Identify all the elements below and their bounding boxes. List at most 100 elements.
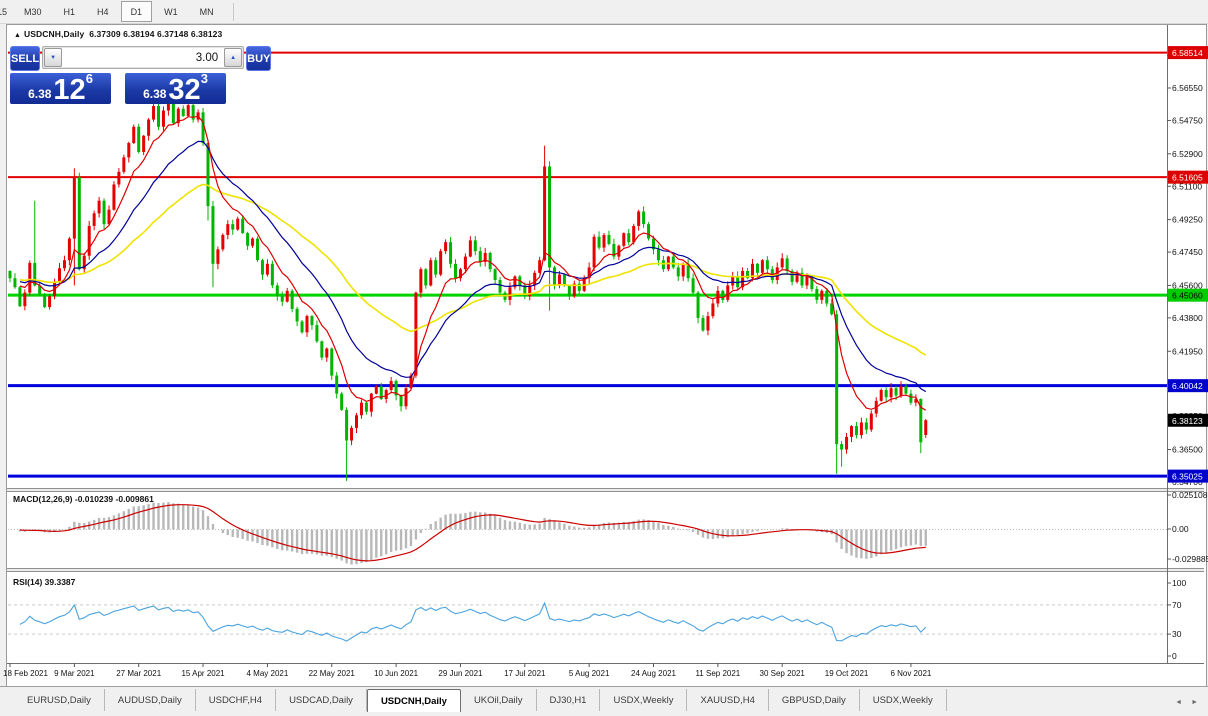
- sell-button[interactable]: SELL: [10, 46, 40, 71]
- price-tag-label: 6.38123: [1172, 416, 1203, 426]
- tab-gbpusd-daily[interactable]: GBPUSD,Daily: [769, 689, 860, 711]
- candle: [840, 444, 843, 449]
- candle: [48, 296, 51, 307]
- chart-canvas: 6.583506.565506.547506.529006.511006.492…: [0, 0, 1208, 716]
- tab-eurusd-daily[interactable]: EURUSD,Daily: [14, 689, 105, 711]
- time-axis-label: 9 Mar 2021: [54, 669, 95, 678]
- candle: [766, 260, 769, 269]
- candle: [147, 120, 150, 136]
- candle: [350, 428, 353, 441]
- candle: [865, 422, 868, 429]
- candle: [682, 264, 685, 277]
- candle: [850, 426, 853, 437]
- candle: [706, 316, 709, 330]
- tab-usdx-weekly[interactable]: USDX,Weekly: [600, 689, 687, 711]
- candle: [444, 242, 447, 251]
- candle: [281, 296, 284, 301]
- volume-decrease-button[interactable]: ▼: [44, 48, 62, 67]
- candle: [335, 376, 338, 394]
- candle: [325, 349, 328, 358]
- time-axis-label: 17 Jul 2021: [504, 669, 546, 678]
- chart-tabs: EURUSD,DailyAUDUSD,DailyUSDCHF,H4USDCAD,…: [0, 689, 1175, 711]
- price-tick-label: 6.54750: [1172, 115, 1203, 125]
- tabs-scroll-left-icon[interactable]: ◄: [1175, 699, 1182, 706]
- tab-ukoil-daily[interactable]: UKOil,Daily: [461, 689, 537, 711]
- candle: [112, 184, 115, 209]
- candle: [726, 285, 729, 299]
- chart-tab-bar: EURUSD,DailyAUDUSD,DailyUSDCHF,H4USDCAD,…: [0, 686, 1208, 711]
- candle: [474, 240, 477, 251]
- chevron-up-icon: ▲: [230, 55, 236, 61]
- buy-price-display[interactable]: 6.38 32 3: [125, 73, 226, 104]
- candle: [221, 235, 224, 249]
- candle: [860, 422, 863, 435]
- tab-audusd-daily[interactable]: AUDUSD,Daily: [105, 689, 196, 711]
- candle: [820, 291, 823, 300]
- candle: [439, 251, 442, 274]
- time-axis-label: 19 Oct 2021: [825, 669, 869, 678]
- volume-increase-button[interactable]: ▲: [224, 48, 242, 67]
- buy-button[interactable]: BUY: [246, 46, 271, 71]
- collapse-arrow-icon[interactable]: ▲: [14, 32, 21, 39]
- candle: [63, 260, 66, 268]
- chart-ohlc-values: 6.37309 6.38194 6.37148 6.38123: [89, 29, 222, 39]
- buy-price-base: 6.38: [143, 87, 166, 101]
- candle: [909, 394, 912, 403]
- chart-title: ▲USDCNH,Daily 6.37309 6.38194 6.37148 6.…: [14, 29, 222, 39]
- candle: [622, 233, 625, 246]
- candle: [603, 235, 606, 248]
- candle: [241, 219, 244, 233]
- candle: [449, 242, 452, 264]
- candle: [251, 239, 254, 246]
- candle: [429, 260, 432, 285]
- candle: [28, 263, 31, 293]
- macd-scale-label: 0.025108: [1172, 490, 1208, 500]
- price-tag-label: 6.58514: [1172, 48, 1203, 58]
- candle: [73, 177, 76, 238]
- candle: [340, 394, 343, 410]
- tab-usdcnh-daily[interactable]: USDCNH,Daily: [367, 689, 461, 712]
- candle: [23, 293, 26, 307]
- candle: [781, 258, 784, 267]
- candle: [464, 257, 467, 270]
- tab-usdx-weekly[interactable]: USDX,Weekly: [860, 689, 947, 711]
- candle: [845, 437, 848, 450]
- tabs-scroll-right-icon[interactable]: ►: [1191, 699, 1198, 706]
- candle: [296, 309, 299, 322]
- tab-dj30-h1[interactable]: DJ30,H1: [537, 689, 601, 711]
- candle: [885, 390, 888, 397]
- candle: [593, 237, 596, 268]
- tab-xauusd-h4[interactable]: XAUUSD,H4: [687, 689, 768, 711]
- sell-price-display[interactable]: 6.38 12 6: [10, 73, 111, 104]
- candle: [895, 388, 898, 395]
- candle: [672, 257, 675, 268]
- price-tick-label: 6.41950: [1172, 346, 1203, 356]
- candle: [291, 291, 294, 309]
- candle: [479, 251, 482, 262]
- tab-usdcad-daily[interactable]: USDCAD,Daily: [276, 689, 367, 711]
- candle: [711, 303, 714, 316]
- price-tag-label: 6.51605: [1172, 173, 1203, 183]
- candle: [370, 394, 373, 412]
- candle: [424, 269, 427, 285]
- time-axis-label: 29 Jun 2021: [438, 669, 483, 678]
- candle: [607, 235, 610, 244]
- candle: [355, 415, 358, 428]
- candle: [880, 390, 883, 401]
- volume-input[interactable]: [62, 48, 224, 67]
- tab-usdchf-h4[interactable]: USDCHF,H4: [196, 689, 276, 711]
- price-tick-label: 6.56550: [1172, 83, 1203, 93]
- candle: [677, 267, 680, 276]
- macd-label: MACD(12,26,9) -0.010239 -0.009861: [13, 494, 154, 504]
- price-tag-label: 6.40042: [1172, 381, 1203, 391]
- candle: [271, 264, 274, 286]
- candle: [157, 106, 160, 127]
- rsi-scale-label: 30: [1172, 629, 1182, 639]
- candle: [548, 166, 551, 267]
- candle: [182, 109, 185, 116]
- candle: [741, 271, 744, 287]
- candle: [419, 269, 422, 292]
- candle: [375, 386, 378, 393]
- candle: [662, 260, 665, 269]
- candle: [9, 271, 12, 278]
